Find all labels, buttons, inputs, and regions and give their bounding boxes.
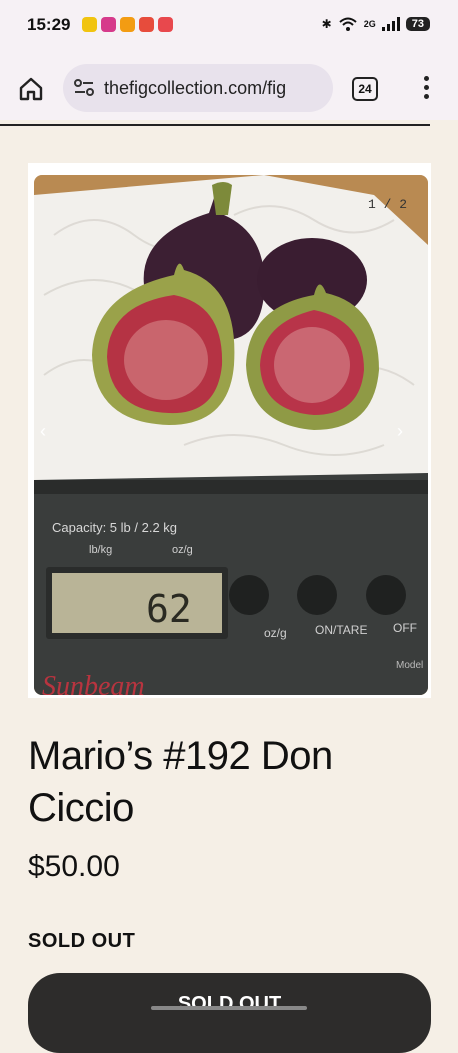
status-time: 15:29 [27, 15, 71, 34]
header-divider [0, 124, 430, 126]
product-photo[interactable]: Capacity: 5 lb / 2.2 kg lb/kg oz/g 62 oz… [34, 175, 428, 695]
product-price: $50.00 [28, 850, 120, 883]
browser-toolbar: thefigcollection.com/fig 24 [0, 56, 458, 120]
notification-icons [82, 17, 173, 32]
instagram-icon [101, 17, 116, 32]
system-status-icons: ✱ 2G 73 [322, 16, 430, 32]
status-bar: 15:29 ✱ 2G 73 [0, 0, 458, 56]
product-title: Mario’s #192 Don Ciccio [28, 734, 333, 830]
site-settings-icon[interactable] [73, 78, 95, 98]
gallery-counter: 1 / 2 [367, 197, 407, 212]
home-icon[interactable] [18, 76, 44, 102]
sold-out-button[interactable]: SOLD OUT [28, 973, 431, 1053]
app-notification-icon [139, 17, 154, 32]
next-image-button[interactable]: › [397, 421, 403, 442]
url-text[interactable]: thefigcollection.com/fig [104, 78, 286, 99]
scale-unit-label: lb/kg [89, 544, 112, 556]
tab-switcher-button[interactable]: 24 [352, 77, 378, 101]
bluetooth-icon: ✱ [321, 17, 332, 31]
overflow-menu-icon[interactable] [421, 76, 431, 102]
scale-model-label: Model [396, 660, 423, 671]
scale-button-label: OFF [393, 621, 417, 635]
scale-reading: 62 [146, 587, 192, 631]
gesture-bar [151, 1006, 307, 1010]
scale-button-label: ON/TARE [315, 623, 367, 637]
scale-capacity-text: Capacity: 5 lb / 2.2 kg [52, 520, 177, 535]
network-type: 2G [363, 19, 376, 29]
app-notification-icon [158, 17, 173, 32]
wifi-icon [339, 17, 357, 31]
scale-button-label: oz/g [264, 626, 287, 640]
address-bar[interactable]: thefigcollection.com/fig [63, 64, 333, 112]
signal-icon [381, 17, 400, 31]
app-notification-icon [82, 17, 97, 32]
fig-photo-illustration: Capacity: 5 lb / 2.2 kg lb/kg oz/g 62 oz… [34, 175, 428, 695]
previous-image-button[interactable]: ‹ [40, 421, 46, 442]
app-notification-icon [120, 17, 135, 32]
scale-brand-logo: Sunbeam [42, 671, 145, 695]
availability-label: SOLD OUT [28, 930, 136, 952]
scale-unit-label: oz/g [172, 544, 193, 556]
battery-icon: 73 [405, 17, 430, 31]
product-gallery[interactable]: Capacity: 5 lb / 2.2 kg lb/kg oz/g 62 oz… [28, 163, 431, 698]
